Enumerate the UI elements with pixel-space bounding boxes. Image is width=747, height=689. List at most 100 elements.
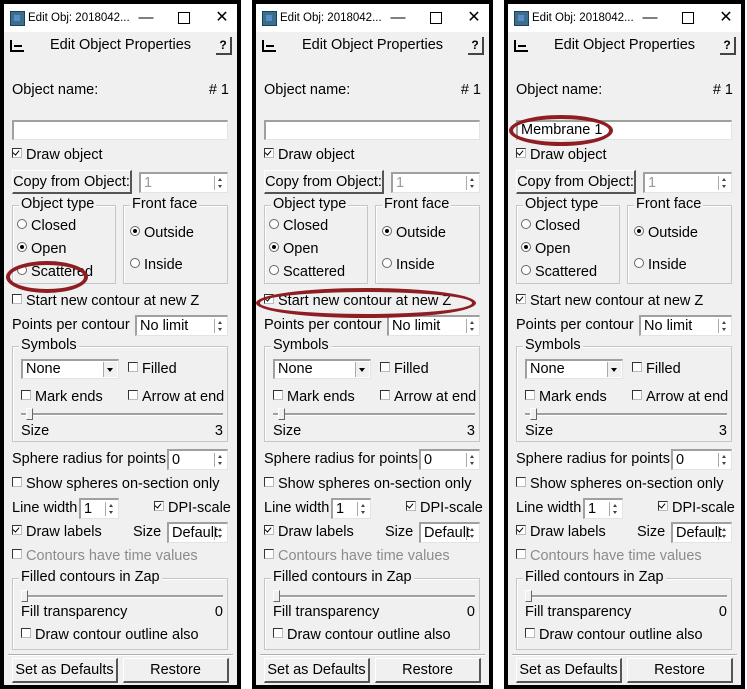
object-name-input[interactable]: Membrane 1 — [516, 120, 732, 140]
spinner-arrows-icon[interactable] — [718, 453, 729, 467]
time-values-checkbox[interactable]: Contours have time values — [264, 548, 450, 564]
minimize-button[interactable]: — — [384, 7, 412, 29]
fill-slider-track[interactable] — [273, 595, 475, 598]
fill-slider-thumb[interactable] — [525, 590, 532, 602]
arrow-at-end-checkbox[interactable]: Arrow at end — [128, 389, 224, 405]
radio-scattered[interactable]: Scattered — [269, 264, 345, 280]
draw-outline-checkbox[interactable]: Draw contour outline also — [273, 627, 451, 643]
copy-from-object-spinner[interactable]: 1 — [391, 172, 480, 193]
spinner-arrows-icon[interactable] — [718, 176, 729, 190]
filled-checkbox[interactable]: Filled — [128, 361, 177, 377]
restore-button[interactable]: Restore — [375, 658, 481, 683]
spinner-arrows-icon[interactable] — [718, 526, 729, 540]
draw-labels-checkbox[interactable]: Draw labels — [12, 524, 102, 540]
dpi-scale-checkbox[interactable]: DPI-scale — [658, 500, 735, 516]
symbol-combo[interactable]: None — [273, 359, 371, 379]
time-values-checkbox[interactable]: Contours have time values — [12, 548, 198, 564]
set-as-defaults-button[interactable]: Set as Defaults — [516, 658, 622, 683]
chevron-down-icon[interactable] — [103, 362, 117, 377]
start-new-contour-checkbox[interactable]: Start new contour at new Z — [516, 293, 703, 309]
chevron-down-icon[interactable] — [607, 362, 621, 377]
size-slider-thumb[interactable] — [26, 408, 33, 420]
show-spheres-checkbox[interactable]: Show spheres on-section only — [264, 476, 471, 492]
arrow-at-end-checkbox[interactable]: Arrow at end — [380, 389, 476, 405]
fill-slider-thumb[interactable] — [21, 590, 28, 602]
radio-open[interactable]: Open — [17, 241, 66, 257]
spinner-arrows-icon[interactable] — [214, 453, 225, 467]
draw-outline-checkbox[interactable]: Draw contour outline also — [525, 627, 703, 643]
draw-outline-checkbox[interactable]: Draw contour outline also — [21, 627, 199, 643]
radio-open[interactable]: Open — [521, 241, 570, 257]
minimize-button[interactable]: — — [636, 7, 664, 29]
close-button[interactable]: ✕ — [460, 7, 488, 29]
minimize-button[interactable]: — — [132, 7, 160, 29]
set-as-defaults-button[interactable]: Set as Defaults — [264, 658, 370, 683]
mark-ends-checkbox[interactable]: Mark ends — [273, 389, 355, 405]
spinner-arrows-icon[interactable] — [466, 526, 477, 540]
radio-outside[interactable]: Outside — [634, 225, 698, 241]
arrow-at-end-checkbox[interactable]: Arrow at end — [632, 389, 728, 405]
help-button[interactable]: ? — [216, 37, 232, 55]
spinner-arrows-icon[interactable] — [105, 502, 116, 516]
draw-labels-checkbox[interactable]: Draw labels — [264, 524, 354, 540]
label-size-spinner[interactable]: Default — [167, 522, 228, 543]
draw-object-checkbox[interactable]: Draw object — [516, 147, 607, 163]
copy-from-object-spinner[interactable]: 1 — [139, 172, 228, 193]
spinner-arrows-icon[interactable] — [357, 502, 368, 516]
radio-outside[interactable]: Outside — [382, 225, 446, 241]
draw-object-checkbox[interactable]: Draw object — [12, 147, 103, 163]
sphere-radius-spinner[interactable]: 0 — [167, 449, 228, 470]
mark-ends-checkbox[interactable]: Mark ends — [21, 389, 103, 405]
radio-closed[interactable]: Closed — [269, 218, 328, 234]
spinner-arrows-icon[interactable] — [609, 502, 620, 516]
mark-ends-checkbox[interactable]: Mark ends — [525, 389, 607, 405]
show-spheres-checkbox[interactable]: Show spheres on-section only — [516, 476, 723, 492]
copy-from-object-button[interactable]: Copy from Object: — [12, 170, 132, 194]
label-size-spinner[interactable]: Default — [671, 522, 732, 543]
size-slider-thumb[interactable] — [530, 408, 537, 420]
radio-inside[interactable]: Inside — [130, 257, 183, 273]
time-values-checkbox[interactable]: Contours have time values — [516, 548, 702, 564]
start-new-contour-checkbox[interactable]: Start new contour at new Z — [264, 293, 451, 309]
chevron-down-icon[interactable] — [355, 362, 369, 377]
help-button[interactable]: ? — [720, 37, 736, 55]
restore-button[interactable]: Restore — [627, 658, 733, 683]
set-as-defaults-button[interactable]: Set as Defaults — [12, 658, 118, 683]
line-width-spinner[interactable]: 1 — [583, 498, 623, 519]
radio-outside[interactable]: Outside — [130, 225, 194, 241]
object-name-input[interactable] — [264, 120, 480, 140]
dpi-scale-checkbox[interactable]: DPI-scale — [154, 500, 231, 516]
maximize-button[interactable] — [674, 7, 702, 29]
help-button[interactable]: ? — [468, 37, 484, 55]
spinner-arrows-icon[interactable] — [466, 319, 477, 333]
symbol-combo[interactable]: None — [21, 359, 119, 379]
fill-slider-thumb[interactable] — [273, 590, 280, 602]
radio-inside[interactable]: Inside — [634, 257, 687, 273]
radio-closed[interactable]: Closed — [17, 218, 76, 234]
fill-slider-track[interactable] — [21, 595, 223, 598]
radio-inside[interactable]: Inside — [382, 257, 435, 273]
fill-slider-track[interactable] — [525, 595, 727, 598]
draw-labels-checkbox[interactable]: Draw labels — [516, 524, 606, 540]
spinner-arrows-icon[interactable] — [214, 526, 225, 540]
label-size-spinner[interactable]: Default — [419, 522, 480, 543]
restore-button[interactable]: Restore — [123, 658, 229, 683]
points-per-contour-spinner[interactable]: No limit — [135, 315, 228, 336]
close-button[interactable]: ✕ — [712, 7, 740, 29]
points-per-contour-spinner[interactable]: No limit — [387, 315, 480, 336]
spinner-arrows-icon[interactable] — [214, 176, 225, 190]
dpi-scale-checkbox[interactable]: DPI-scale — [406, 500, 483, 516]
draw-object-checkbox[interactable]: Draw object — [264, 147, 355, 163]
radio-open[interactable]: Open — [269, 241, 318, 257]
copy-from-object-button[interactable]: Copy from Object: — [516, 170, 636, 194]
filled-checkbox[interactable]: Filled — [380, 361, 429, 377]
close-button[interactable]: ✕ — [208, 7, 236, 29]
spinner-arrows-icon[interactable] — [214, 319, 225, 333]
sphere-radius-spinner[interactable]: 0 — [671, 449, 732, 470]
spinner-arrows-icon[interactable] — [466, 176, 477, 190]
maximize-button[interactable] — [422, 7, 450, 29]
object-name-input[interactable] — [12, 120, 228, 140]
show-spheres-checkbox[interactable]: Show spheres on-section only — [12, 476, 219, 492]
spinner-arrows-icon[interactable] — [718, 319, 729, 333]
size-slider-track[interactable] — [21, 413, 223, 416]
